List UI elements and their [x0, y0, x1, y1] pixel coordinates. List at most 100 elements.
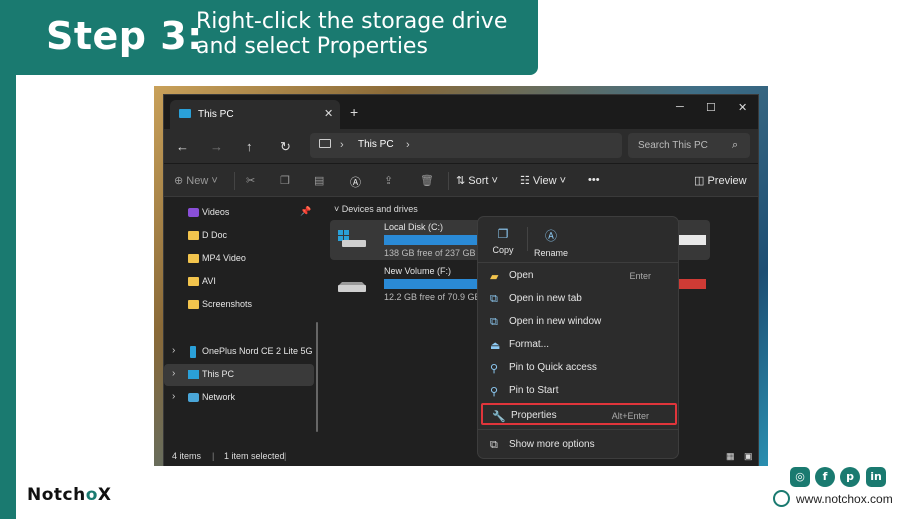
- menu-item-open-new-tab[interactable]: ⧉ Open in new tab: [481, 288, 677, 310]
- context-quick-actions: ❐ Copy Ⓐ Rename: [478, 217, 678, 263]
- item-count: 4 items: [172, 451, 202, 461]
- sidebar-item-label: MP4 Video: [202, 253, 246, 263]
- menu-item-properties[interactable]: 🔧 Properties Alt+Enter: [481, 403, 677, 425]
- close-window-icon[interactable]: ✕: [738, 101, 747, 114]
- chevron-right-icon[interactable]: ›: [340, 139, 344, 151]
- menu-item-pin-start[interactable]: ⚲ Pin to Start: [481, 380, 677, 402]
- sidebar-item-mp4-video[interactable]: MP4 Video: [164, 248, 314, 270]
- facebook-icon[interactable]: f: [815, 467, 835, 487]
- sort-button[interactable]: ⇅ Sort ˅: [456, 174, 498, 187]
- menu-item-shortcut: Enter: [629, 271, 651, 281]
- step-instruction-line-2: and select Properties: [196, 34, 428, 59]
- sidebar-item-label: Screenshots: [202, 299, 253, 309]
- new-button[interactable]: ⊕ New ˅: [174, 174, 218, 187]
- rename-button[interactable]: Ⓐ Rename: [528, 227, 574, 258]
- instagram-icon[interactable]: ◎: [790, 467, 810, 487]
- monitor-icon: [319, 139, 331, 148]
- chevron-right-icon[interactable]: ›: [172, 368, 175, 379]
- folder-icon: [188, 254, 199, 263]
- pin-icon: ⚲: [490, 363, 499, 375]
- cut-icon[interactable]: ✂: [246, 174, 255, 187]
- more-options-icon[interactable]: •••: [588, 174, 600, 186]
- wrench-icon: 🔧: [492, 411, 506, 423]
- sidebar-scrollbar[interactable]: [316, 322, 318, 432]
- toolbar-divider: [234, 172, 235, 190]
- format-icon: ⏏: [490, 340, 501, 352]
- menu-divider: [478, 429, 678, 430]
- videos-icon: [188, 208, 199, 217]
- maximize-icon[interactable]: ☐: [706, 101, 716, 114]
- menu-item-label: Pin to Start: [509, 385, 559, 396]
- notchox-logo: NotchoX: [27, 485, 112, 505]
- menu-item-open-new-window[interactable]: ⧉ Open in new window: [481, 311, 677, 333]
- drive-name: New Volume (F:): [384, 266, 452, 276]
- delete-icon[interactable]: 🗑: [420, 174, 434, 187]
- sidebar-item-this-pc[interactable]: › This PC: [164, 364, 314, 386]
- menu-item-label: Pin to Quick access: [509, 362, 597, 373]
- chevron-right-icon[interactable]: ›: [172, 391, 175, 402]
- command-bar: ⊕ New ˅ ✂ ❐ ▤ Ⓐ ⇪ 🗑 ⇅ Sort ˅ ☷ View ˅ ••…: [164, 163, 758, 197]
- breadcrumb-this-pc[interactable]: This PC: [358, 139, 394, 150]
- menu-item-pin-quick-access[interactable]: ⚲ Pin to Quick access: [481, 357, 677, 379]
- title-bar: This PC ✕ + ─ ☐ ✕: [164, 95, 758, 129]
- copy-icon[interactable]: ❐: [280, 174, 290, 187]
- sidebar-item-network[interactable]: › Network: [164, 387, 314, 409]
- group-header[interactable]: ˅ Devices and drives: [334, 204, 418, 214]
- pinterest-icon[interactable]: p: [840, 467, 860, 487]
- paste-icon[interactable]: ▤: [314, 174, 324, 187]
- network-icon: [188, 393, 199, 402]
- copy-label: Copy: [492, 245, 514, 255]
- navigation-bar: ← → ↑ ↻ › This PC › Search This PC ⌕: [164, 129, 758, 163]
- menu-item-format[interactable]: ⏏ Format...: [481, 334, 677, 356]
- linkedin-icon[interactable]: in: [866, 467, 886, 487]
- sidebar-item-oneplus[interactable]: › OnePlus Nord CE 2 Lite 5G: [164, 341, 314, 363]
- selection-count: 1 item selected: [224, 451, 285, 461]
- chevron-right-icon[interactable]: ›: [406, 139, 410, 151]
- sidebar-item-label: Network: [202, 392, 236, 402]
- sidebar-item-screenshots[interactable]: Screenshots: [164, 294, 314, 316]
- search-icon: ⌕: [732, 139, 739, 151]
- tiles-view-icon[interactable]: ▣: [744, 451, 753, 462]
- sidebar-item-label: OnePlus Nord CE 2 Lite 5G: [202, 346, 313, 356]
- step-instruction: Right-click the storage drive and select…: [196, 9, 507, 59]
- up-icon[interactable]: ↑: [246, 139, 253, 154]
- sidebar-item-videos[interactable]: Videos 📌: [164, 202, 314, 224]
- sidebar-item-d-doc[interactable]: D Doc: [164, 225, 314, 247]
- sort-label: Sort: [468, 175, 489, 187]
- copy-button[interactable]: ❐ Copy: [480, 227, 526, 255]
- sidebar-item-label: Videos: [202, 207, 230, 217]
- preview-button[interactable]: ◫ Preview: [694, 174, 747, 187]
- rename-icon[interactable]: Ⓐ: [350, 174, 361, 190]
- menu-item-show-more-options[interactable]: ⧉ Show more options: [481, 434, 677, 456]
- close-tab-icon[interactable]: ✕: [324, 107, 333, 120]
- left-accent-strip: [0, 0, 16, 519]
- menu-item-label: Open in new window: [509, 316, 602, 327]
- minimize-icon[interactable]: ─: [676, 101, 684, 113]
- back-icon[interactable]: ←: [176, 139, 189, 154]
- tab-this-pc[interactable]: This PC ✕: [170, 100, 340, 129]
- view-button[interactable]: ☷ View ˅: [520, 174, 566, 187]
- menu-item-label: Properties: [511, 410, 557, 421]
- navigation-pane: Videos 📌 D Doc MP4 Video AVI Screenshots…: [164, 198, 320, 448]
- new-tab-icon[interactable]: +: [350, 104, 358, 120]
- drive-free-space: 12.2 GB free of 70.9 GB: [384, 292, 481, 302]
- search-box[interactable]: Search This PC ⌕: [628, 133, 750, 158]
- website-link[interactable]: www.notchox.com: [796, 492, 893, 506]
- address-bar[interactable]: › This PC ›: [310, 133, 622, 158]
- this-pc-icon: [188, 370, 199, 379]
- menu-item-label: Open: [509, 270, 534, 281]
- sidebar-item-label: This PC: [202, 369, 235, 379]
- menu-item-label: Show more options: [509, 439, 595, 450]
- folder-icon: [188, 277, 199, 286]
- share-icon[interactable]: ⇪: [384, 174, 393, 187]
- refresh-icon[interactable]: ↻: [280, 139, 291, 155]
- forward-icon[interactable]: →: [210, 139, 223, 154]
- chevron-right-icon[interactable]: ›: [172, 345, 175, 356]
- sidebar-item-avi[interactable]: AVI: [164, 271, 314, 293]
- details-view-icon[interactable]: ▦: [726, 451, 735, 462]
- search-input[interactable]: Search This PC: [638, 140, 708, 151]
- view-label: View: [532, 175, 557, 187]
- preview-label: Preview: [707, 175, 747, 187]
- menu-item-open[interactable]: ▰ Open Enter: [481, 265, 677, 287]
- rename-icon: Ⓐ: [544, 229, 557, 243]
